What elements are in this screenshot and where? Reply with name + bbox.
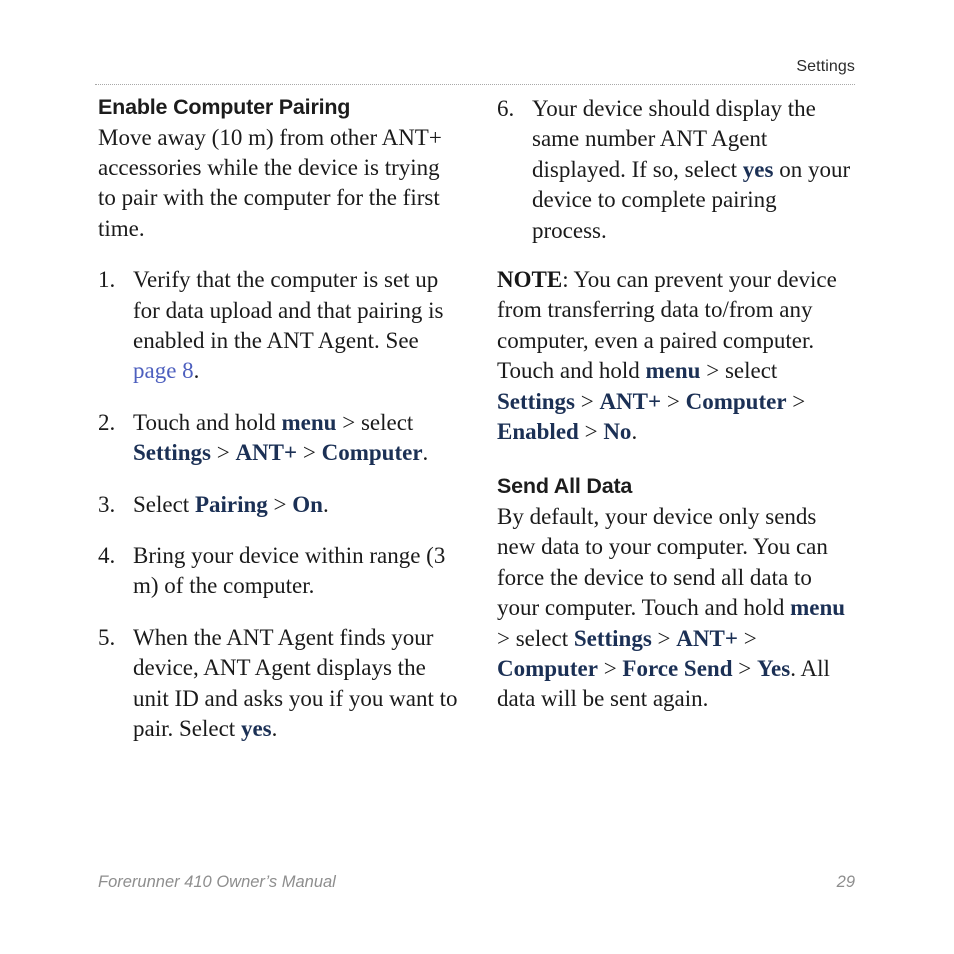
running-header: Settings	[95, 58, 855, 76]
page-title: Enable Computer Pairing	[98, 95, 351, 119]
send-all-data-paragraph: By default, your device only sends new d…	[497, 502, 857, 715]
body-text-run: >	[297, 440, 322, 466]
body-text-run: >	[578, 419, 604, 445]
ui-term: menu	[281, 409, 337, 435]
header-divider	[95, 84, 855, 85]
manual-page: Settings Enable Computer Pairing Move aw…	[0, 0, 954, 954]
body-text-run: >	[732, 656, 757, 682]
ui-term: Force Send	[622, 656, 733, 682]
send-all-data-title: Send All Data	[497, 474, 633, 499]
body-text-run: .	[422, 440, 429, 466]
chapter-title: Settings	[796, 58, 855, 75]
ui-term: yes	[742, 156, 774, 182]
ui-term: Settings	[133, 440, 211, 466]
left-column: Enable Computer Pairing Move away (10 m)…	[98, 94, 458, 744]
list-item: 3. Select Pairing > On.	[98, 490, 458, 520]
right-column: 6. Your device should display the same nu…	[497, 94, 857, 715]
send-all-data-section: Send All Data By default, your device on…	[497, 473, 857, 714]
body-text-run: When the ANT Agent finds your device, AN…	[133, 624, 458, 742]
body-text-run: >	[267, 491, 293, 517]
list-item-number: 6.	[497, 96, 515, 121]
body-text-run: >	[597, 656, 623, 682]
body-text-run: > select	[336, 409, 414, 435]
ui-term: Computer	[497, 656, 598, 682]
list-item-text: Touch and hold menu > select Settings > …	[133, 408, 458, 469]
body-text-run: Select	[133, 491, 195, 517]
body-text-run: >	[737, 625, 757, 651]
body-text-run: >	[574, 388, 600, 414]
list-item: 2. Touch and hold menu > select Settings …	[98, 408, 458, 469]
list-item: 5. When the ANT Agent finds your device, …	[98, 623, 458, 745]
page-footer: Forerunner 410 Owner’s Manual 29	[98, 873, 855, 892]
list-item-number: 2.	[98, 409, 116, 435]
body-text-run: >	[786, 388, 806, 414]
list-item-text: Your device should display the same numb…	[532, 94, 857, 246]
ui-term: menu	[790, 595, 846, 621]
list-item: 4. Bring your device within range (3 m) o…	[98, 541, 458, 602]
pairing-steps-list-continued: 6. Your device should display the same nu…	[497, 94, 857, 246]
list-item: 6. Your device should display the same nu…	[497, 94, 857, 246]
body-text-run: .	[271, 716, 278, 742]
ui-term: ANT+	[235, 440, 298, 466]
body-text-run: > select	[700, 358, 778, 384]
ui-term: ANT+	[676, 625, 738, 651]
body-text-run: Bring your device within range (3 m) of …	[133, 542, 446, 599]
body-text-run: .	[193, 358, 200, 384]
ui-term: On	[292, 491, 323, 517]
list-item-text: When the ANT Agent finds your device, AN…	[133, 623, 458, 745]
ui-term: Computer	[685, 388, 787, 414]
ui-term: Settings	[573, 625, 652, 651]
note-block: NOTE: You can prevent your device from t…	[497, 265, 857, 447]
ui-term: Settings	[497, 388, 575, 414]
ui-term: No	[603, 419, 632, 445]
footer-page-number: 29	[836, 873, 855, 891]
list-item-number: 4.	[98, 542, 116, 568]
pairing-steps-list: 1. Verify that the computer is set up for…	[98, 265, 458, 744]
ui-term: Computer	[321, 440, 423, 466]
ui-term: Yes	[757, 656, 791, 682]
ui-term: Enabled	[497, 419, 579, 445]
body-text-run: Verify that the computer is set up for d…	[133, 267, 444, 353]
list-item-text: Verify that the computer is set up for d…	[133, 265, 458, 387]
body-text-run: .	[631, 419, 638, 445]
ui-term: Pairing	[194, 491, 268, 517]
note-label: NOTE	[497, 267, 563, 293]
body-text-run: By default, your device only sends new d…	[497, 503, 828, 621]
body-text-run: > select	[497, 625, 574, 651]
list-item-number: 1.	[98, 267, 116, 293]
body-text-run: >	[210, 440, 236, 466]
ui-term: menu	[645, 358, 701, 384]
intro-paragraph: Move away (10 m) from other ANT+ accesso…	[98, 124, 442, 241]
list-item-text: Bring your device within range (3 m) of …	[133, 541, 458, 602]
list-item: 1. Verify that the computer is set up for…	[98, 265, 458, 387]
list-item-text: Select Pairing > On.	[133, 490, 458, 520]
list-item-number: 5.	[98, 624, 116, 650]
ui-term: yes	[240, 716, 272, 742]
ui-term: ANT+	[599, 388, 662, 414]
body-text-run: .	[322, 491, 329, 517]
body-text-run: >	[661, 388, 686, 414]
body-text-run: >	[651, 625, 677, 651]
page-cross-reference-link[interactable]: page 8	[133, 358, 194, 383]
body-text-run: Touch and hold	[133, 409, 282, 435]
list-item-number: 3.	[98, 491, 116, 517]
footer-manual-title: Forerunner 410 Owner’s Manual	[98, 873, 336, 891]
